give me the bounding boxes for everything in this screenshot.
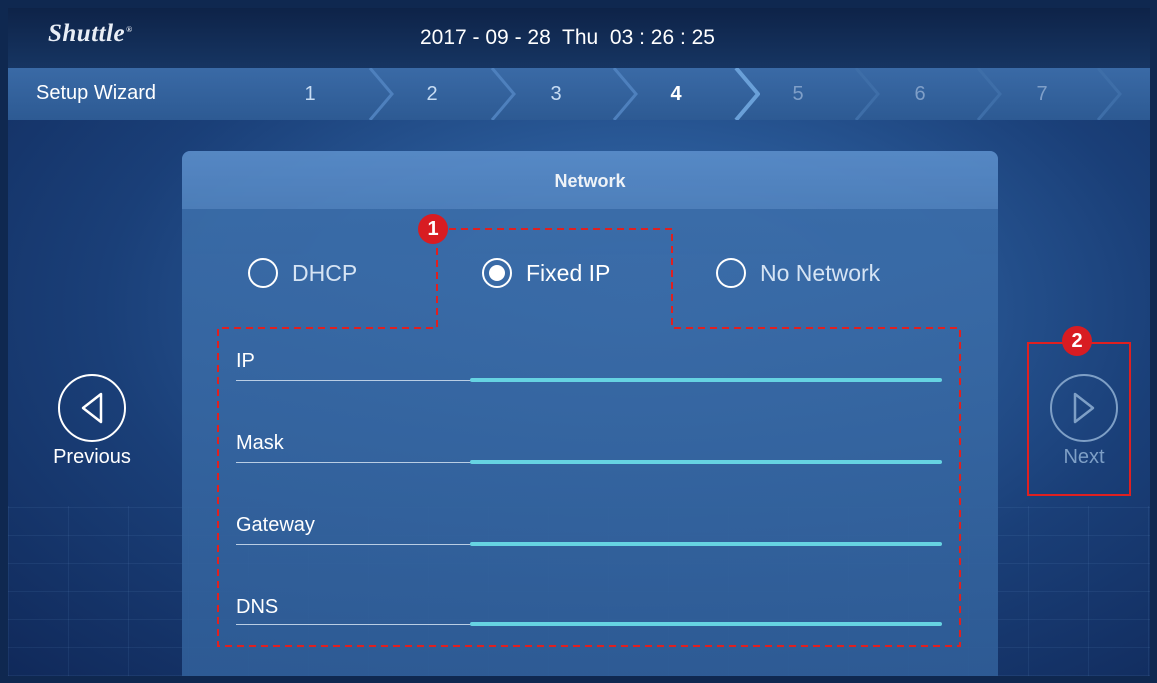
annotation-dashed-outline [217, 228, 961, 647]
annotation-badge-2: 2 [1062, 326, 1092, 356]
annotation-next-highlight [1027, 342, 1131, 496]
annotation-badge-1: 1 [418, 214, 448, 244]
